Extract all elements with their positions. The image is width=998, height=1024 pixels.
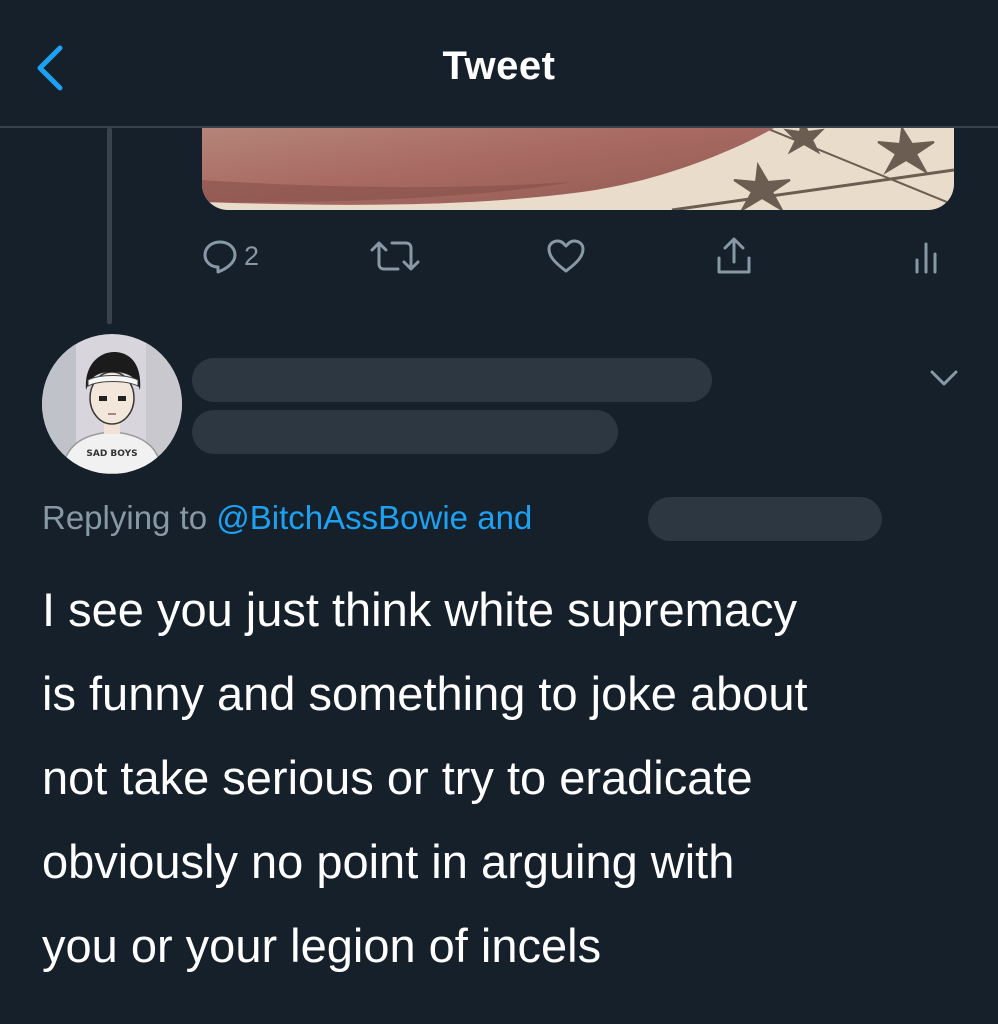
redacted-display-name: [192, 358, 712, 402]
share-icon: [717, 237, 751, 274]
nav-header: Tweet: [0, 0, 998, 128]
tweet-text-line: you or your legion of incels: [42, 919, 602, 972]
tweet-action-bar: 2: [0, 226, 998, 286]
redacted-mention: [648, 497, 882, 541]
avatar-image: SAD BOYS: [42, 334, 182, 474]
mention-and-label: and: [477, 499, 533, 536]
heart-icon: [547, 239, 585, 273]
replying-to-label: Replying to: [42, 499, 208, 536]
analytics-icon: [915, 242, 937, 274]
avatar-shirt-text: SAD BOYS: [86, 449, 137, 459]
tweet-text-line: obviously no point in arguing with: [42, 835, 735, 888]
page-title: Tweet: [442, 44, 556, 88]
mention-link[interactable]: @BitchAssBowie: [216, 499, 468, 537]
reply-count: 2: [244, 240, 260, 271]
tweet-options-button[interactable]: [924, 360, 964, 396]
replying-to-line: Replying to @BitchAssBowie and: [42, 496, 532, 540]
retweet-icon: [370, 241, 420, 271]
share-button[interactable]: [714, 226, 754, 286]
tweet-text-line: is funny and something to joke about: [42, 667, 808, 720]
tweet-text: I see you just think white supremacy is …: [42, 568, 972, 988]
analytics-button[interactable]: [912, 226, 944, 286]
reply-button[interactable]: 2: [202, 226, 259, 286]
redacted-username: [192, 410, 618, 454]
tweet-text-line: not take serious or try to eradicate: [42, 751, 753, 804]
avatar[interactable]: SAD BOYS: [42, 334, 182, 474]
tweet-text-line: I see you just think white supremacy: [42, 583, 797, 636]
reply-icon: [203, 240, 237, 274]
like-button[interactable]: [546, 226, 586, 286]
chevron-down-icon: [930, 370, 958, 386]
retweet-button[interactable]: [368, 226, 422, 286]
